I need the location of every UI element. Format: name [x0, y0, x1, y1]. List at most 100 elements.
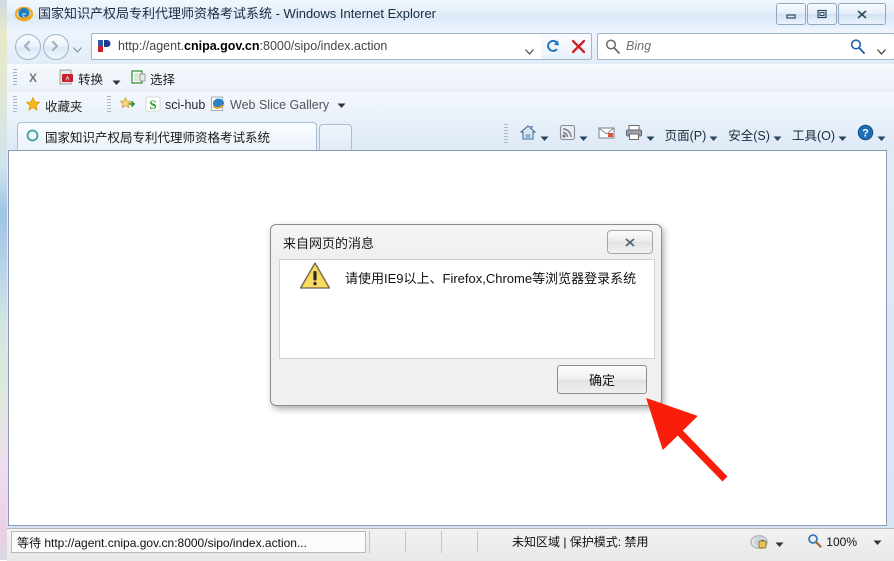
zoom-level-label: 100% [826, 535, 857, 549]
web-slice-caret-icon[interactable] [337, 98, 346, 112]
search-options-caret-icon[interactable] [877, 44, 886, 55]
favbar-add-icon[interactable] [119, 95, 136, 115]
warning-icon [299, 261, 331, 293]
dialog-footer: 确定 [271, 359, 661, 405]
page-menu-caret-icon[interactable] [709, 131, 718, 141]
home-caret-icon[interactable] [540, 131, 549, 141]
status-cell-4 [477, 531, 514, 553]
page-menu[interactable]: 页面(P) [660, 118, 724, 150]
address-bar[interactable]: http://agent.cnipa.gov.cn:8000/sipo/inde… [91, 33, 543, 60]
dialog-title-bar: 来自网页的消息 [271, 225, 661, 259]
svg-text:e: e [22, 10, 26, 19]
pdf-select-icon [131, 69, 147, 88]
feeds-caret-icon[interactable] [579, 131, 588, 141]
home-button[interactable] [514, 118, 554, 150]
print-button[interactable] [620, 118, 660, 150]
help-menu[interactable]: ? [852, 118, 894, 150]
status-cell-3 [441, 531, 478, 553]
tools-menu[interactable]: 工具(O) [787, 118, 852, 150]
stop-button[interactable] [566, 33, 592, 60]
favbar-grip[interactable] [13, 96, 17, 114]
add-to-favorites-icon [119, 95, 136, 115]
ie-browser-window: e 国家知识产权局专利代理师资格考试系统 - Windows Internet … [0, 0, 894, 561]
favbar-item-label: Web Slice Gallery [230, 98, 330, 112]
mail-icon [598, 126, 615, 143]
home-icon [519, 124, 537, 145]
security-zone-icon [750, 533, 770, 554]
close-button[interactable] [838, 3, 886, 25]
convert-caret-icon[interactable] [112, 75, 121, 85]
status-cell-2 [405, 531, 442, 553]
address-domain: cnipa.gov.cn [184, 39, 260, 53]
search-input[interactable]: Bing [626, 34, 651, 59]
convert-label: 转换 [78, 72, 104, 87]
page-menu-label: 页面(P) [664, 128, 707, 143]
title-bar: e 国家知识产权局专利代理师资格考试系统 - Windows Internet … [7, 0, 894, 28]
window-controls [776, 3, 886, 25]
web-slice-icon [210, 96, 226, 115]
help-caret-icon[interactable] [877, 131, 886, 141]
navigation-bar: http://agent.cnipa.gov.cn:8000/sipo/inde… [7, 28, 894, 64]
status-bar: 等待 http://agent.cnipa.gov.cn:8000/sipo/i… [7, 528, 894, 561]
internet-explorer-icon: e [14, 5, 34, 23]
tab-bar: 国家知识产权局专利代理师资格考试系统 页面(P) 安全(S) 工具(O) ? [7, 118, 894, 151]
convert-button[interactable]: A 转换 [59, 68, 103, 88]
zoom-magnifier-icon [807, 533, 822, 551]
search-icon [604, 38, 621, 58]
minimize-button[interactable] [776, 3, 806, 25]
help-icon: ? [857, 124, 874, 144]
star-icon [25, 95, 41, 115]
favbar-item-label: sci-hub [165, 98, 206, 112]
print-caret-icon[interactable] [646, 131, 655, 141]
dialog-message-row: 请使用IE9以上、Firefox,Chrome等浏览器登录系统 [299, 261, 636, 293]
search-go-icon[interactable] [849, 38, 866, 58]
restore-button[interactable] [807, 3, 837, 25]
svg-text:S: S [149, 97, 156, 112]
tools-menu-label: 工具(O) [791, 128, 835, 143]
sci-hub-icon: S [145, 96, 161, 115]
protected-mode-caret-icon[interactable] [775, 537, 784, 551]
address-dropdown-caret-icon[interactable] [525, 44, 534, 55]
search-box[interactable]: Bing [597, 33, 894, 60]
favbar-item-web-slice-gallery[interactable]: Web Slice Gallery [210, 95, 346, 115]
favbar-separator [107, 96, 111, 114]
toolbar-grip[interactable] [13, 69, 17, 87]
protected-mode-indicator[interactable] [750, 533, 784, 554]
svg-text:A: A [65, 76, 69, 82]
svg-text:?: ? [862, 128, 869, 140]
status-cell-1 [369, 531, 406, 553]
zoom-caret-icon[interactable] [873, 535, 882, 549]
pdf-convert-icon: A [59, 69, 75, 88]
favorites-label: 收藏夹 [45, 99, 83, 114]
favorites-button[interactable]: 收藏夹 [25, 95, 83, 115]
safety-menu-caret-icon[interactable] [773, 131, 782, 141]
select-button[interactable]: 选择 [131, 68, 175, 88]
tab-loading-icon [26, 129, 39, 145]
webpage-message-dialog: 来自网页的消息 请使用IE9以上、Firefox,Chrome等浏览器登录系统 … [270, 224, 662, 406]
address-text: http://agent.cnipa.gov.cn:8000/sipo/inde… [118, 34, 387, 59]
select-label: 选择 [150, 72, 176, 87]
status-loading-text: 等待 http://agent.cnipa.gov.cn:8000/sipo/i… [11, 531, 366, 553]
tab-active[interactable]: 国家知识产权局专利代理师资格考试系统 [17, 122, 317, 150]
favbar-item-sci-hub[interactable]: S sci-hub [145, 95, 205, 115]
safety-menu-label: 安全(S) [728, 128, 770, 143]
dialog-ok-button[interactable]: 确定 [557, 365, 647, 394]
toolbar-close-button[interactable]: X [25, 69, 41, 87]
forward-button[interactable] [43, 34, 69, 60]
new-tab-button[interactable] [319, 124, 352, 151]
printer-icon [625, 124, 643, 144]
recent-pages-caret-icon[interactable] [73, 42, 82, 53]
adobe-pdf-toolbar: X A 转换 选择 [7, 64, 894, 93]
favorites-bar: 收藏夹 S sci-hub Web Slice Gallery [7, 92, 894, 119]
mail-button[interactable] [593, 118, 620, 150]
command-bar-grip[interactable] [503, 124, 508, 144]
tools-menu-caret-icon[interactable] [838, 131, 847, 141]
address-prefix: http://agent. [118, 39, 185, 53]
back-button[interactable] [15, 34, 41, 60]
feeds-button[interactable] [554, 118, 593, 150]
safety-menu[interactable]: 安全(S) [723, 118, 787, 150]
zoom-control[interactable]: 100% [807, 533, 882, 551]
window-title: 国家知识产权局专利代理师资格考试系统 - Windows Internet Ex… [38, 6, 437, 21]
refresh-button[interactable] [541, 33, 567, 60]
dialog-close-button[interactable] [607, 230, 653, 254]
